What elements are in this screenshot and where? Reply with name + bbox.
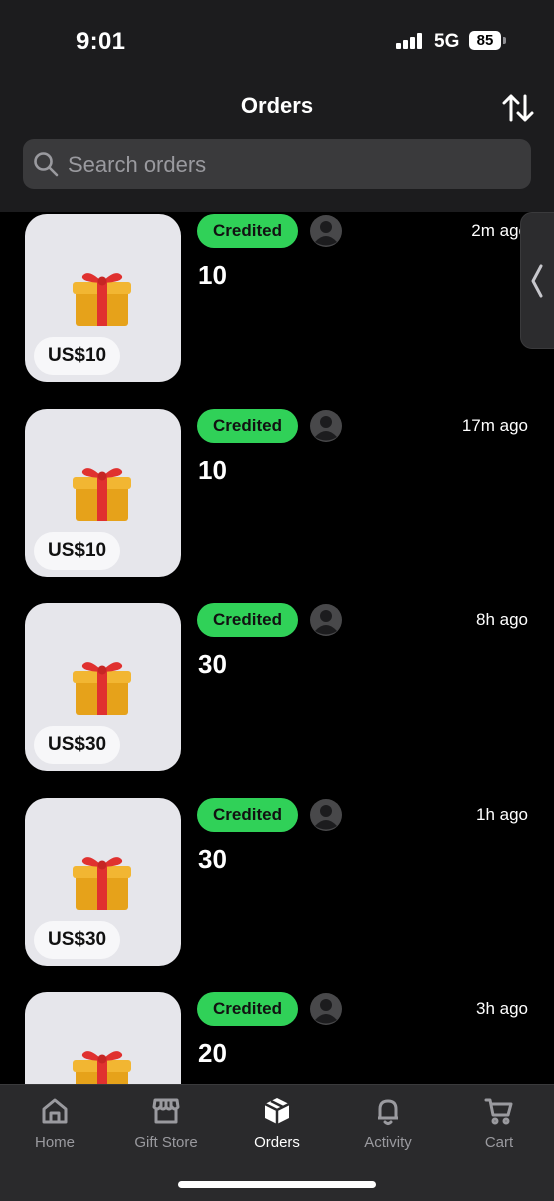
store-icon <box>152 1098 180 1124</box>
gift-card-thumbnail[interactable] <box>25 992 181 1084</box>
order-time: 3h ago <box>476 999 528 1018</box>
order-row[interactable]: US$10 Credited 2m ago 10 <box>0 212 554 392</box>
tab-label: Home <box>34 1134 75 1151</box>
network-label: 5G <box>434 31 460 52</box>
gift-box-icon <box>73 662 131 715</box>
search-icon <box>34 152 59 177</box>
gift-card-thumbnail[interactable]: US$10 <box>25 408 181 577</box>
status-badge: Credited <box>197 408 298 443</box>
avatar-icon <box>310 993 342 1025</box>
gift-box-icon <box>73 273 131 326</box>
order-quantity: 10 <box>198 454 227 485</box>
home-indicator <box>178 1181 376 1188</box>
home-icon <box>42 1098 68 1124</box>
order-quantity: 30 <box>198 649 227 679</box>
tab-label: Activity <box>364 1134 412 1151</box>
avatar-icon <box>310 215 342 247</box>
order-row[interactable]: Credited 3h ago 20 <box>0 990 554 1084</box>
status-badge: Credited <box>197 603 298 637</box>
bell-icon <box>378 1099 398 1125</box>
card-amount-label: US$10 <box>34 337 121 375</box>
tab-gift-store[interactable]: Gift Store <box>111 1085 221 1165</box>
order-quantity: 30 <box>198 843 227 874</box>
search-input[interactable] <box>66 139 510 191</box>
status-bar: 9:01 5G 85 <box>0 0 554 80</box>
order-row[interactable]: US$30 Credited 8h ago 30 <box>0 601 554 781</box>
page-title: Orders <box>240 93 314 118</box>
tab-cart[interactable]: Cart <box>444 1085 554 1165</box>
battery-tip <box>503 37 506 44</box>
card-amount-label: US$30 <box>34 920 121 959</box>
tab-activity[interactable]: Activity <box>333 1085 443 1165</box>
gift-card-thumbnail[interactable]: US$10 <box>25 214 181 382</box>
order-time: 8h ago <box>476 610 528 629</box>
box-icon <box>264 1098 290 1124</box>
cart-icon <box>484 1098 513 1125</box>
search-bar[interactable] <box>23 139 531 191</box>
side-panel-handle[interactable] <box>520 212 554 349</box>
gift-card-thumbnail[interactable]: US$30 <box>25 603 181 771</box>
tab-label: Cart <box>484 1134 514 1151</box>
tab-orders[interactable]: Orders <box>222 1085 332 1165</box>
chevron-left-icon <box>531 264 543 298</box>
signal-icon <box>396 33 426 49</box>
gift-card-thumbnail[interactable]: US$30 <box>25 797 181 966</box>
card-amount-label: US$10 <box>34 531 121 570</box>
order-row[interactable]: US$30 Credited 1h ago 30 <box>0 796 554 976</box>
status-time: 9:01 <box>76 28 126 55</box>
order-quantity: 10 <box>198 260 227 290</box>
status-badge: Credited <box>197 214 298 248</box>
gift-box-icon <box>73 856 131 910</box>
orders-list[interactable]: US$10 Credited 2m ago 10 US$10 Credited … <box>0 212 554 1084</box>
avatar-icon <box>310 409 342 442</box>
sort-button[interactable] <box>500 90 536 126</box>
order-quantity: 20 <box>198 1038 227 1068</box>
tab-label: Gift Store <box>134 1134 198 1151</box>
tab-label: Orders <box>254 1134 300 1151</box>
status-badge: Credited <box>197 992 298 1026</box>
gift-box-icon <box>73 467 131 521</box>
gift-box-icon <box>73 1051 131 1084</box>
order-time: 1h ago <box>476 804 528 824</box>
avatar-icon <box>310 798 342 831</box>
status-badge: Credited <box>197 797 298 832</box>
order-time: 17m ago <box>461 415 528 435</box>
order-row[interactable]: US$10 Credited 17m ago 10 <box>0 407 554 587</box>
battery-icon: 85 <box>469 31 501 50</box>
tab-home[interactable]: Home <box>0 1085 110 1165</box>
card-amount-label: US$30 <box>34 726 121 764</box>
avatar-icon <box>310 604 342 636</box>
sort-arrows-icon <box>502 94 534 122</box>
